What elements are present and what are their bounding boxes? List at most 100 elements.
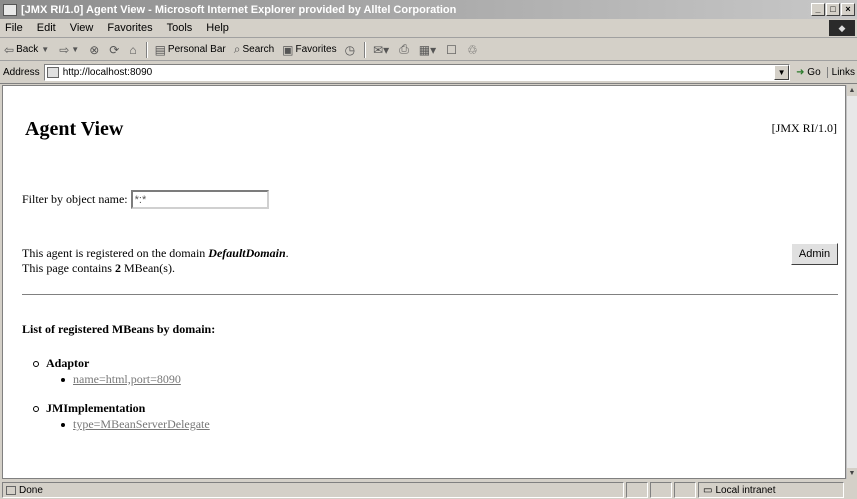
count-suffix: MBean(s). bbox=[123, 261, 175, 275]
print-icon: ⎙ bbox=[399, 42, 409, 56]
domain-heading: Adaptor bbox=[33, 356, 210, 371]
history-button[interactable]: ◷ bbox=[341, 43, 361, 57]
maximize-button[interactable]: □ bbox=[826, 3, 840, 16]
domain-name: DefaultDomain bbox=[208, 246, 286, 260]
mbean-link[interactable]: type=MBeanServerDelegate bbox=[73, 417, 210, 432]
divider bbox=[22, 294, 838, 295]
go-label: Go bbox=[807, 67, 821, 78]
links-button[interactable]: Links bbox=[826, 67, 857, 78]
menu-view[interactable]: View bbox=[63, 22, 101, 34]
domain-text-prefix: This agent is registered on the domain bbox=[22, 246, 206, 260]
edit-icon: ▦▾ bbox=[418, 42, 437, 57]
circle-bullet-icon bbox=[33, 405, 39, 412]
menu-edit[interactable]: Edit bbox=[30, 22, 63, 34]
mail-button[interactable]: ✉▾ bbox=[369, 43, 395, 57]
page-done-icon bbox=[6, 485, 16, 495]
page-icon bbox=[46, 67, 59, 78]
address-dropdown-button[interactable]: ▼ bbox=[774, 65, 790, 80]
favorites-icon: ▣ bbox=[282, 42, 294, 57]
title-bar: [JMX RI/1.0] Agent View - Microsoft Inte… bbox=[0, 0, 857, 19]
count-prefix: This page contains bbox=[22, 261, 112, 275]
edit-button[interactable]: ▦▾ bbox=[415, 43, 442, 57]
search-button[interactable]: ⌕ Search bbox=[230, 42, 278, 57]
discuss-icon: ☐ bbox=[446, 42, 457, 57]
disc-bullet-icon bbox=[61, 422, 65, 427]
stop-icon: ⊗ bbox=[89, 42, 100, 57]
domain-item: Adaptor name=html,port=8090 bbox=[33, 356, 210, 387]
search-label: Search bbox=[242, 44, 275, 55]
admin-button[interactable]: Admin bbox=[791, 243, 838, 265]
minimize-button[interactable]: _ bbox=[811, 3, 825, 16]
address-bar: Address http://localhost:8090 ▼ ➜ Go Lin… bbox=[0, 62, 857, 84]
disc-bullet-icon bbox=[61, 377, 65, 382]
menu-tools[interactable]: Tools bbox=[160, 22, 200, 34]
messenger-button[interactable]: ♲ bbox=[463, 43, 484, 57]
filter-label: Filter by object name: bbox=[22, 192, 128, 206]
refresh-button[interactable]: ⟳ bbox=[105, 43, 125, 57]
circle-bullet-icon bbox=[33, 360, 39, 367]
mbean-link[interactable]: name=html,port=8090 bbox=[73, 372, 181, 387]
security-zone: ▭ Local intranet bbox=[698, 482, 844, 498]
menu-bar: File Edit View Favorites Tools Help ◆ bbox=[0, 19, 857, 38]
search-icon: ⌕ bbox=[233, 42, 241, 56]
back-arrow-icon: ⇦ bbox=[4, 42, 15, 57]
forward-button[interactable]: ⇨ ▼ bbox=[55, 43, 85, 57]
agent-info: This agent is registered on the domain D… bbox=[22, 246, 289, 276]
domain-item: JMImplementation type=MBeanServerDelegat… bbox=[33, 401, 210, 432]
personal-bar-label: Personal Bar bbox=[167, 44, 226, 55]
vertical-scrollbar[interactable]: ▲ ▼ bbox=[846, 85, 857, 479]
window-title: [JMX RI/1.0] Agent View - Microsoft Inte… bbox=[21, 3, 457, 16]
toolbar-separator bbox=[364, 41, 367, 58]
filter-row: Filter by object name: bbox=[22, 190, 269, 209]
close-button[interactable]: × bbox=[841, 3, 855, 16]
back-label: Back bbox=[16, 44, 39, 55]
ie-throbber-icon: ◆ bbox=[829, 20, 855, 36]
personal-bar-button[interactable]: ▤ Personal Bar bbox=[151, 43, 230, 57]
home-button[interactable]: ⌂ bbox=[125, 43, 142, 57]
mbean-count: 2 bbox=[114, 261, 121, 275]
messenger-icon: ♲ bbox=[466, 42, 478, 57]
stop-button[interactable]: ⊗ bbox=[85, 43, 105, 57]
refresh-icon: ⟳ bbox=[109, 42, 120, 57]
page-title: Agent View bbox=[25, 118, 124, 140]
favorites-button[interactable]: ▣ Favorites bbox=[278, 43, 340, 57]
toolbar: ⇦ Back ▼ ⇨ ▼ ⊗ ⟳ ⌂ ▤ Personal Bar ⌕ Sear… bbox=[0, 39, 857, 61]
domain-heading: JMImplementation bbox=[33, 401, 210, 416]
domain-list: Adaptor name=html,port=8090 JMImplementa… bbox=[33, 356, 210, 446]
page-content: Agent View [JMX RI/1.0] Filter by object… bbox=[2, 85, 846, 479]
status-main-pane: Done bbox=[2, 482, 624, 498]
mail-icon: ✉▾ bbox=[373, 42, 390, 57]
menu-help[interactable]: Help bbox=[199, 22, 236, 34]
resize-grip-icon[interactable] bbox=[845, 482, 857, 498]
status-pane bbox=[674, 482, 696, 498]
address-label: Address bbox=[3, 67, 40, 78]
toolbar-separator bbox=[145, 41, 148, 58]
discuss-button[interactable]: ☐ bbox=[442, 43, 463, 57]
domain-line: This agent is registered on the domain D… bbox=[22, 246, 289, 261]
print-button[interactable]: ⎙ bbox=[395, 42, 415, 57]
go-button[interactable]: ➜ Go bbox=[790, 67, 827, 78]
menu-file[interactable]: File bbox=[0, 22, 30, 34]
back-button[interactable]: ⇦ Back ▼ bbox=[0, 43, 55, 57]
domain-label: JMImplementation bbox=[46, 401, 146, 415]
mbean-item: type=MBeanServerDelegate bbox=[61, 417, 210, 432]
domain-text-suffix: . bbox=[285, 246, 289, 260]
window-controls: _ □ × bbox=[810, 3, 855, 16]
intranet-icon: ▭ bbox=[703, 484, 713, 496]
dropdown-arrow-icon: ▼ bbox=[71, 45, 80, 54]
menu-favorites[interactable]: Favorites bbox=[100, 22, 159, 34]
address-url: http://localhost:8090 bbox=[62, 67, 153, 78]
scroll-down-icon[interactable]: ▼ bbox=[847, 468, 857, 479]
home-icon: ⌂ bbox=[129, 42, 137, 57]
go-arrow-icon: ➜ bbox=[796, 67, 805, 78]
scroll-up-icon[interactable]: ▲ bbox=[847, 85, 857, 96]
address-input[interactable]: http://localhost:8090 ▼ bbox=[43, 64, 791, 81]
history-icon: ◷ bbox=[344, 42, 356, 57]
filter-input[interactable] bbox=[130, 190, 269, 209]
list-heading: List of registered MBeans by domain: bbox=[22, 322, 216, 336]
favorites-label: Favorites bbox=[295, 44, 337, 55]
version-tag: [JMX RI/1.0] bbox=[771, 121, 837, 135]
mbean-item: name=html,port=8090 bbox=[61, 372, 210, 387]
zone-label: Local intranet bbox=[715, 484, 776, 496]
status-pane bbox=[650, 482, 672, 498]
